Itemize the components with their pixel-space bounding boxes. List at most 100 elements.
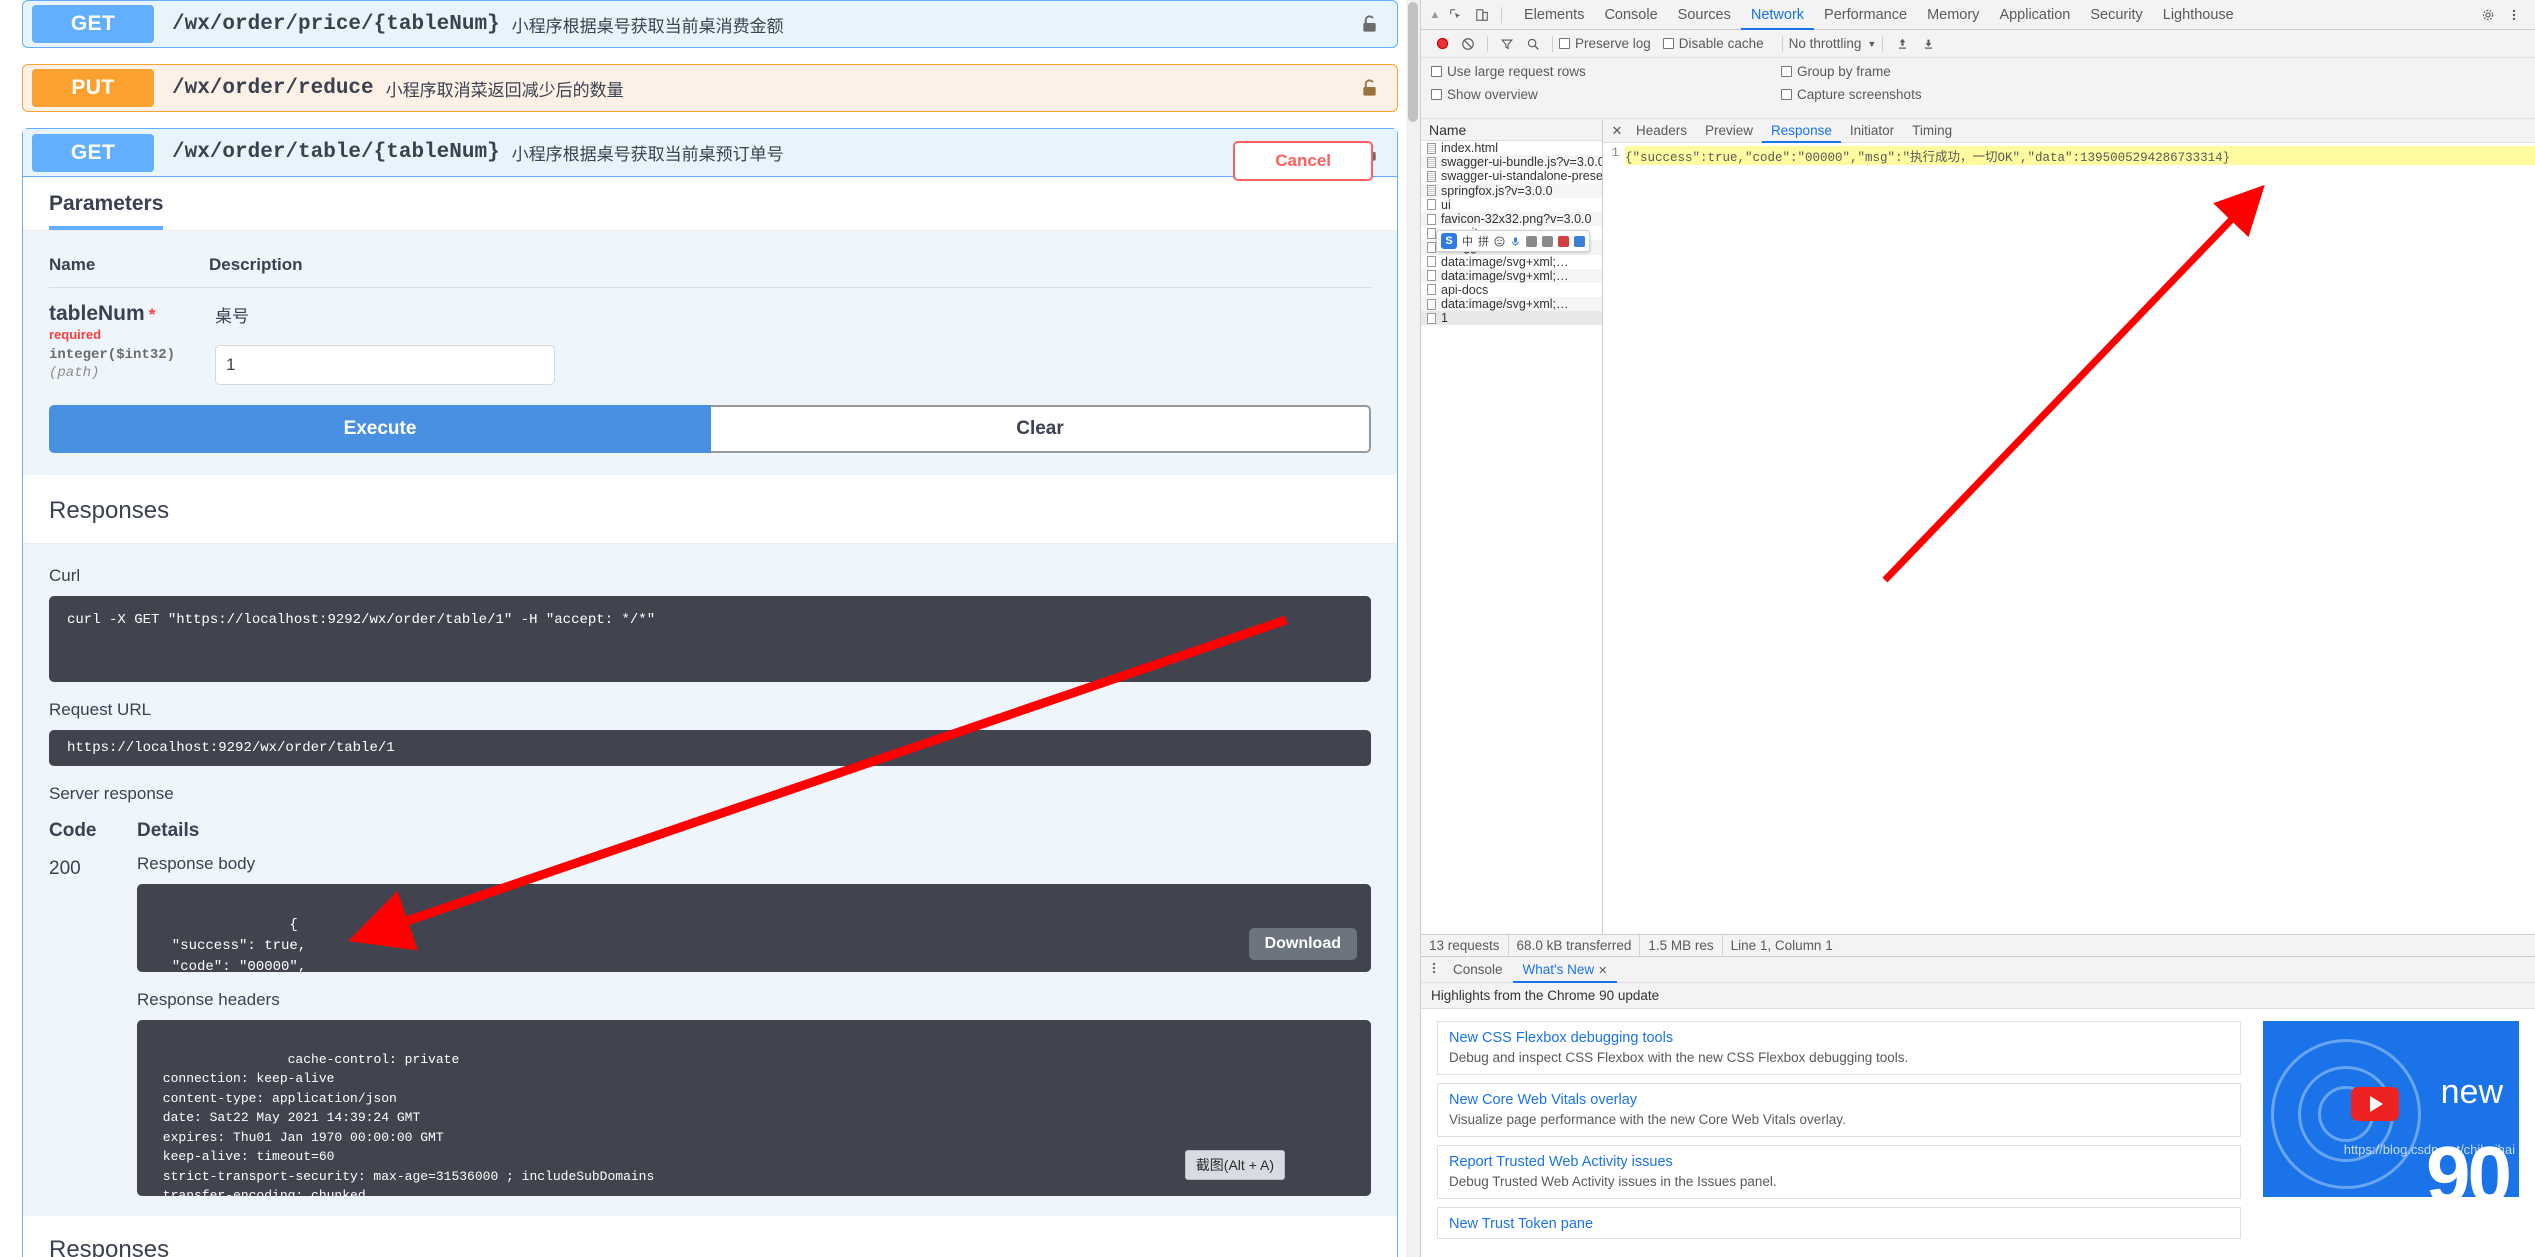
floating-ime-toolbar[interactable]: S 中 拼 [1436, 230, 1590, 252]
table-row[interactable]: ui [1421, 198, 1602, 212]
whats-new-subtitle: Highlights from the Chrome 90 update [1421, 983, 2535, 1009]
scrollbar-thumb[interactable] [1408, 2, 1418, 122]
tools-icon[interactable] [1542, 235, 1553, 247]
drawer-tab-whats-new[interactable]: What's New ✕ [1513, 957, 1618, 983]
table-row[interactable]: favicon-32x32.png?v=3.0.0 [1421, 211, 1602, 227]
list-item[interactable]: New Core Web Vitals overlay Visualize pa… [1437, 1083, 2241, 1137]
gear-icon[interactable] [2475, 4, 2501, 26]
lock-icon[interactable] [1360, 79, 1379, 98]
more-options-icon[interactable] [1425, 961, 1443, 978]
record-icon[interactable] [1429, 33, 1455, 55]
emoji-icon[interactable] [1494, 235, 1505, 247]
tab-parameters[interactable]: Parameters [49, 192, 164, 230]
tab-security[interactable]: Security [2080, 0, 2152, 30]
curl-label: Curl [49, 566, 81, 585]
list-item[interactable]: New CSS Flexbox debugging tools Debug an… [1437, 1021, 2241, 1075]
tab-lighthouse[interactable]: Lighthouse [2153, 0, 2244, 30]
table-row-selected[interactable]: 1 [1421, 311, 1602, 326]
tab-sources[interactable]: Sources [1668, 0, 1741, 30]
mic-icon[interactable] [1510, 236, 1521, 247]
response-json-line[interactable]: {"success":true,"code":"00000","msg":"执行… [1625, 146, 2535, 165]
lock-icon[interactable] [1360, 15, 1379, 34]
show-overview-checkbox[interactable]: Show overview [1431, 87, 1769, 102]
capture-screenshots-checkbox[interactable]: Capture screenshots [1781, 87, 2119, 102]
download-button[interactable]: Download [1248, 928, 1357, 960]
drawer-tab-console[interactable]: Console [1443, 957, 1513, 983]
file-icon [1427, 270, 1436, 282]
import-har-icon[interactable] [1889, 33, 1915, 55]
tab-preview[interactable]: Preview [1696, 119, 1762, 143]
card-description: Visualize page performance with the new … [1449, 1112, 1846, 1127]
cancel-button[interactable]: Cancel [1233, 141, 1373, 181]
card-title[interactable]: Report Trusted Web Activity issues [1449, 1154, 2229, 1170]
table-row[interactable]: springfox.js?v=3.0.0 [1421, 183, 1602, 198]
response-body-text: { "success": true, "code": "00000", "msg… [171, 917, 307, 972]
preserve-log-checkbox[interactable]: Preserve log [1559, 36, 1651, 51]
table-row[interactable]: data:image/svg+xml;… [1421, 255, 1602, 269]
inspect-element-icon[interactable] [1443, 4, 1469, 26]
tab-initiator[interactable]: Initiator [1841, 119, 1903, 143]
tab-timing[interactable]: Timing [1903, 119, 1961, 143]
operation-header[interactable]: GET /wx/order/table/{tableNum} 小程序根据桌号获取… [23, 129, 1397, 177]
table-row[interactable]: swagger-ui-bundle.js?v=3.0.0 [1421, 155, 1602, 170]
filter-icon[interactable] [1494, 33, 1520, 55]
keyboard-icon[interactable] [1526, 235, 1537, 247]
pinyin-mode-label[interactable]: 拼 [1478, 233, 1489, 249]
device-toolbar-icon[interactable] [1469, 4, 1495, 26]
sogou-logo-icon[interactable]: S [1441, 233, 1457, 249]
tab-elements[interactable]: Elements [1514, 0, 1594, 30]
request-name: 1 [1441, 311, 1448, 326]
disable-cache-checkbox[interactable]: Disable cache [1662, 36, 1764, 51]
close-icon[interactable]: ✕ [1598, 965, 1607, 977]
chinese-mode-label[interactable]: 中 [1462, 233, 1473, 249]
tab-console[interactable]: Console [1594, 0, 1667, 30]
clear-icon[interactable] [1455, 33, 1481, 55]
file-icon [1427, 298, 1436, 310]
throttling-select[interactable]: No throttling ▼ [1789, 36, 1877, 51]
list-item[interactable]: Report Trusted Web Activity issues Debug… [1437, 1145, 2241, 1199]
document-icon [1427, 170, 1436, 182]
collapse-icon[interactable]: ▲ [1427, 9, 1443, 21]
export-har-icon[interactable] [1915, 33, 1941, 55]
tab-response[interactable]: Response [1762, 119, 1841, 143]
request-name: swagger-ui-standalone-preset.js?v=3.0.0 [1441, 169, 1602, 184]
card-title[interactable]: New CSS Flexbox debugging tools [1449, 1030, 2229, 1046]
page-scrollbar[interactable] [1406, 0, 1420, 1257]
more-options-icon[interactable] [2501, 4, 2527, 26]
close-icon[interactable]: ✕ [1607, 123, 1627, 139]
parameter-name: tableNum [49, 302, 145, 325]
divider [1487, 35, 1488, 52]
table-row[interactable]: api-docs [1421, 283, 1602, 297]
group-by-frame-checkbox[interactable]: Group by frame [1781, 64, 2119, 79]
execute-row: Execute Clear [23, 405, 1397, 475]
card-title[interactable]: New Core Web Vitals overlay [1449, 1092, 2229, 1108]
tab-headers[interactable]: Headers [1627, 119, 1696, 143]
operation-row-put-reduce[interactable]: PUT /wx/order/reduce 小程序取消菜返回减少后的数量 [22, 64, 1398, 112]
execute-button[interactable]: Execute [49, 405, 711, 453]
request-name: ui [1441, 197, 1451, 212]
use-large-request-rows-checkbox[interactable]: Use large request rows [1431, 64, 1769, 79]
tab-application[interactable]: Application [1989, 0, 2080, 30]
grid-icon[interactable] [1574, 235, 1585, 247]
required-star: * [148, 305, 156, 324]
table-row[interactable]: swagger-ui-standalone-preset.js?v=3.0.0 [1421, 169, 1602, 183]
cart-icon[interactable] [1558, 235, 1569, 247]
list-item[interactable]: New Trust Token pane [1437, 1207, 2241, 1239]
tab-memory[interactable]: Memory [1917, 0, 1989, 30]
search-icon[interactable] [1520, 33, 1546, 55]
table-row[interactable]: data:image/svg+xml;… [1421, 297, 1602, 312]
operation-row-get-price[interactable]: GET /wx/order/price/{tableNum} 小程序根据桌号获取… [22, 0, 1398, 48]
play-icon[interactable] [2351, 1087, 2399, 1121]
parameter-value-input[interactable] [215, 345, 555, 385]
disable-cache-label: Disable cache [1678, 36, 1764, 51]
chrome-90-promo-image[interactable]: new 90 https://blog.csdn.net/chihaihai [2263, 1021, 2519, 1197]
request-name: data:image/svg+xml;… [1441, 297, 1569, 312]
request-name: favicon-32x32.png?v=3.0.0 [1441, 212, 1592, 227]
clear-button[interactable]: Clear [711, 405, 1371, 453]
tab-network[interactable]: Network [1741, 0, 1814, 30]
table-row[interactable]: data:image/svg+xml;… [1421, 268, 1602, 283]
tab-performance[interactable]: Performance [1814, 0, 1917, 30]
card-title[interactable]: New Trust Token pane [1449, 1216, 2229, 1232]
snip-tool-button[interactable]: 截图(Alt + A) [1184, 1150, 1285, 1180]
table-row[interactable]: index.html [1421, 141, 1602, 155]
